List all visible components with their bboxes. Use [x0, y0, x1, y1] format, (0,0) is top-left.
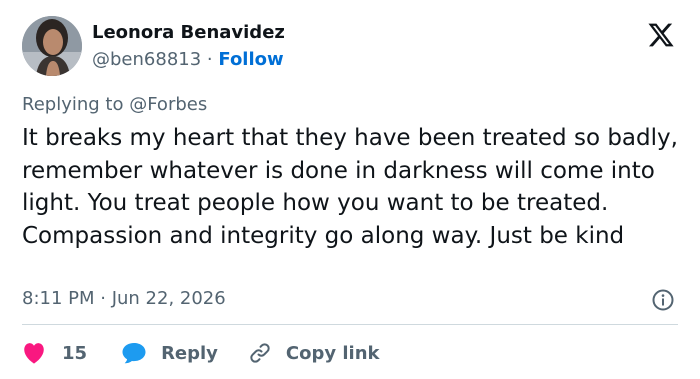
tweet-timestamp[interactable]: 8:11 PM · Jun 22, 2026 — [22, 288, 226, 309]
reply-label: Reply — [161, 342, 218, 364]
separator-dot: · — [206, 49, 213, 70]
like-button[interactable]: 15 — [22, 342, 87, 364]
avatar[interactable] — [22, 16, 82, 76]
link-icon — [250, 343, 270, 363]
follow-button[interactable]: Follow — [218, 49, 283, 70]
avatar-image — [22, 16, 82, 76]
tweet-text: It breaks my heart that they have been t… — [22, 125, 678, 249]
x-logo-icon[interactable] — [646, 21, 676, 49]
author-handle-line: @ben68813 · Follow — [92, 49, 284, 70]
copy-link-label: Copy link — [285, 342, 380, 364]
like-count: 15 — [62, 342, 88, 364]
reply-button[interactable]: Reply — [121, 341, 218, 365]
replying-prefix: Replying to — [22, 94, 124, 115]
copy-link-button[interactable]: Copy link — [248, 341, 380, 365]
heart-icon — [24, 343, 44, 364]
replying-to: Replying to @Forbes — [22, 94, 207, 115]
author-name[interactable]: Leonora Benavidez — [92, 22, 285, 43]
reply-mention-link[interactable]: @Forbes — [129, 94, 207, 115]
info-icon[interactable] — [651, 288, 675, 312]
divider — [22, 324, 678, 325]
reply-bubble-icon — [122, 343, 146, 364]
action-bar: 15 Reply Copy link — [22, 339, 380, 367]
author-handle[interactable]: @ben68813 — [92, 49, 201, 70]
